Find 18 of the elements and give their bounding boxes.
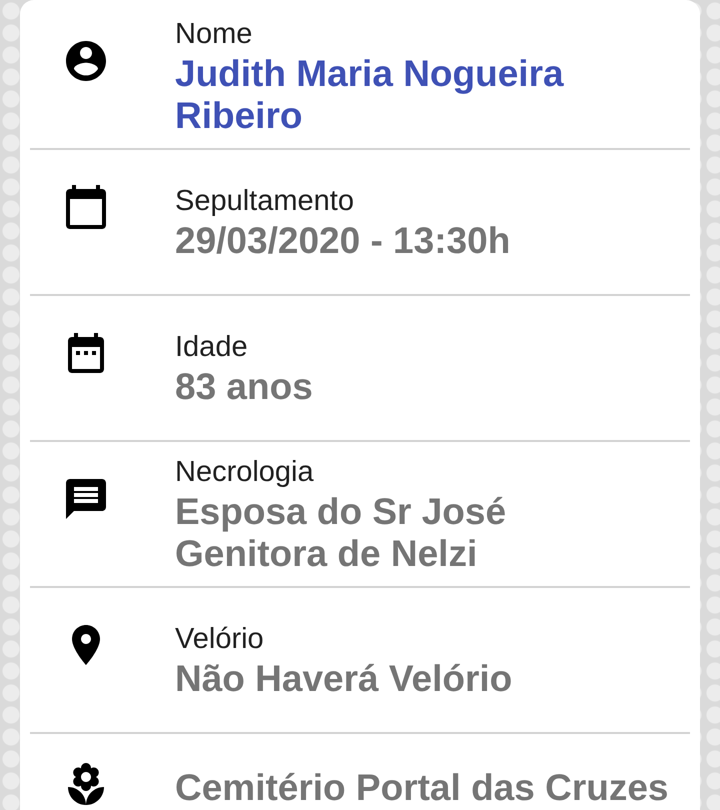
field-label: Necrologia: [175, 455, 314, 490]
chat-bubble-icon: [66, 479, 106, 519]
field-label: Nome: [175, 17, 252, 52]
field-value: Genitora de Nelzi: [175, 533, 478, 575]
field-label: Velório: [175, 622, 264, 657]
field-value: Não Haverá Velório: [175, 658, 512, 700]
field-value: 83 anos: [175, 366, 313, 408]
map-pin-icon: [72, 625, 100, 665]
field-label: Idade: [175, 330, 248, 365]
field-value: 29/03/2020 - 13:30h: [175, 220, 510, 262]
field-value: Cemitério Portal das Cruzes: [175, 767, 668, 809]
field-value: Judith Maria Nogueira: [175, 53, 564, 95]
calendar-dots-icon: [68, 333, 104, 373]
flower-icon: [68, 763, 104, 805]
field-label: Sepultamento: [175, 184, 354, 219]
calendar-icon: [66, 185, 106, 229]
field-value: Ribeiro: [175, 95, 302, 137]
field-value: Esposa do Sr José: [175, 491, 506, 533]
